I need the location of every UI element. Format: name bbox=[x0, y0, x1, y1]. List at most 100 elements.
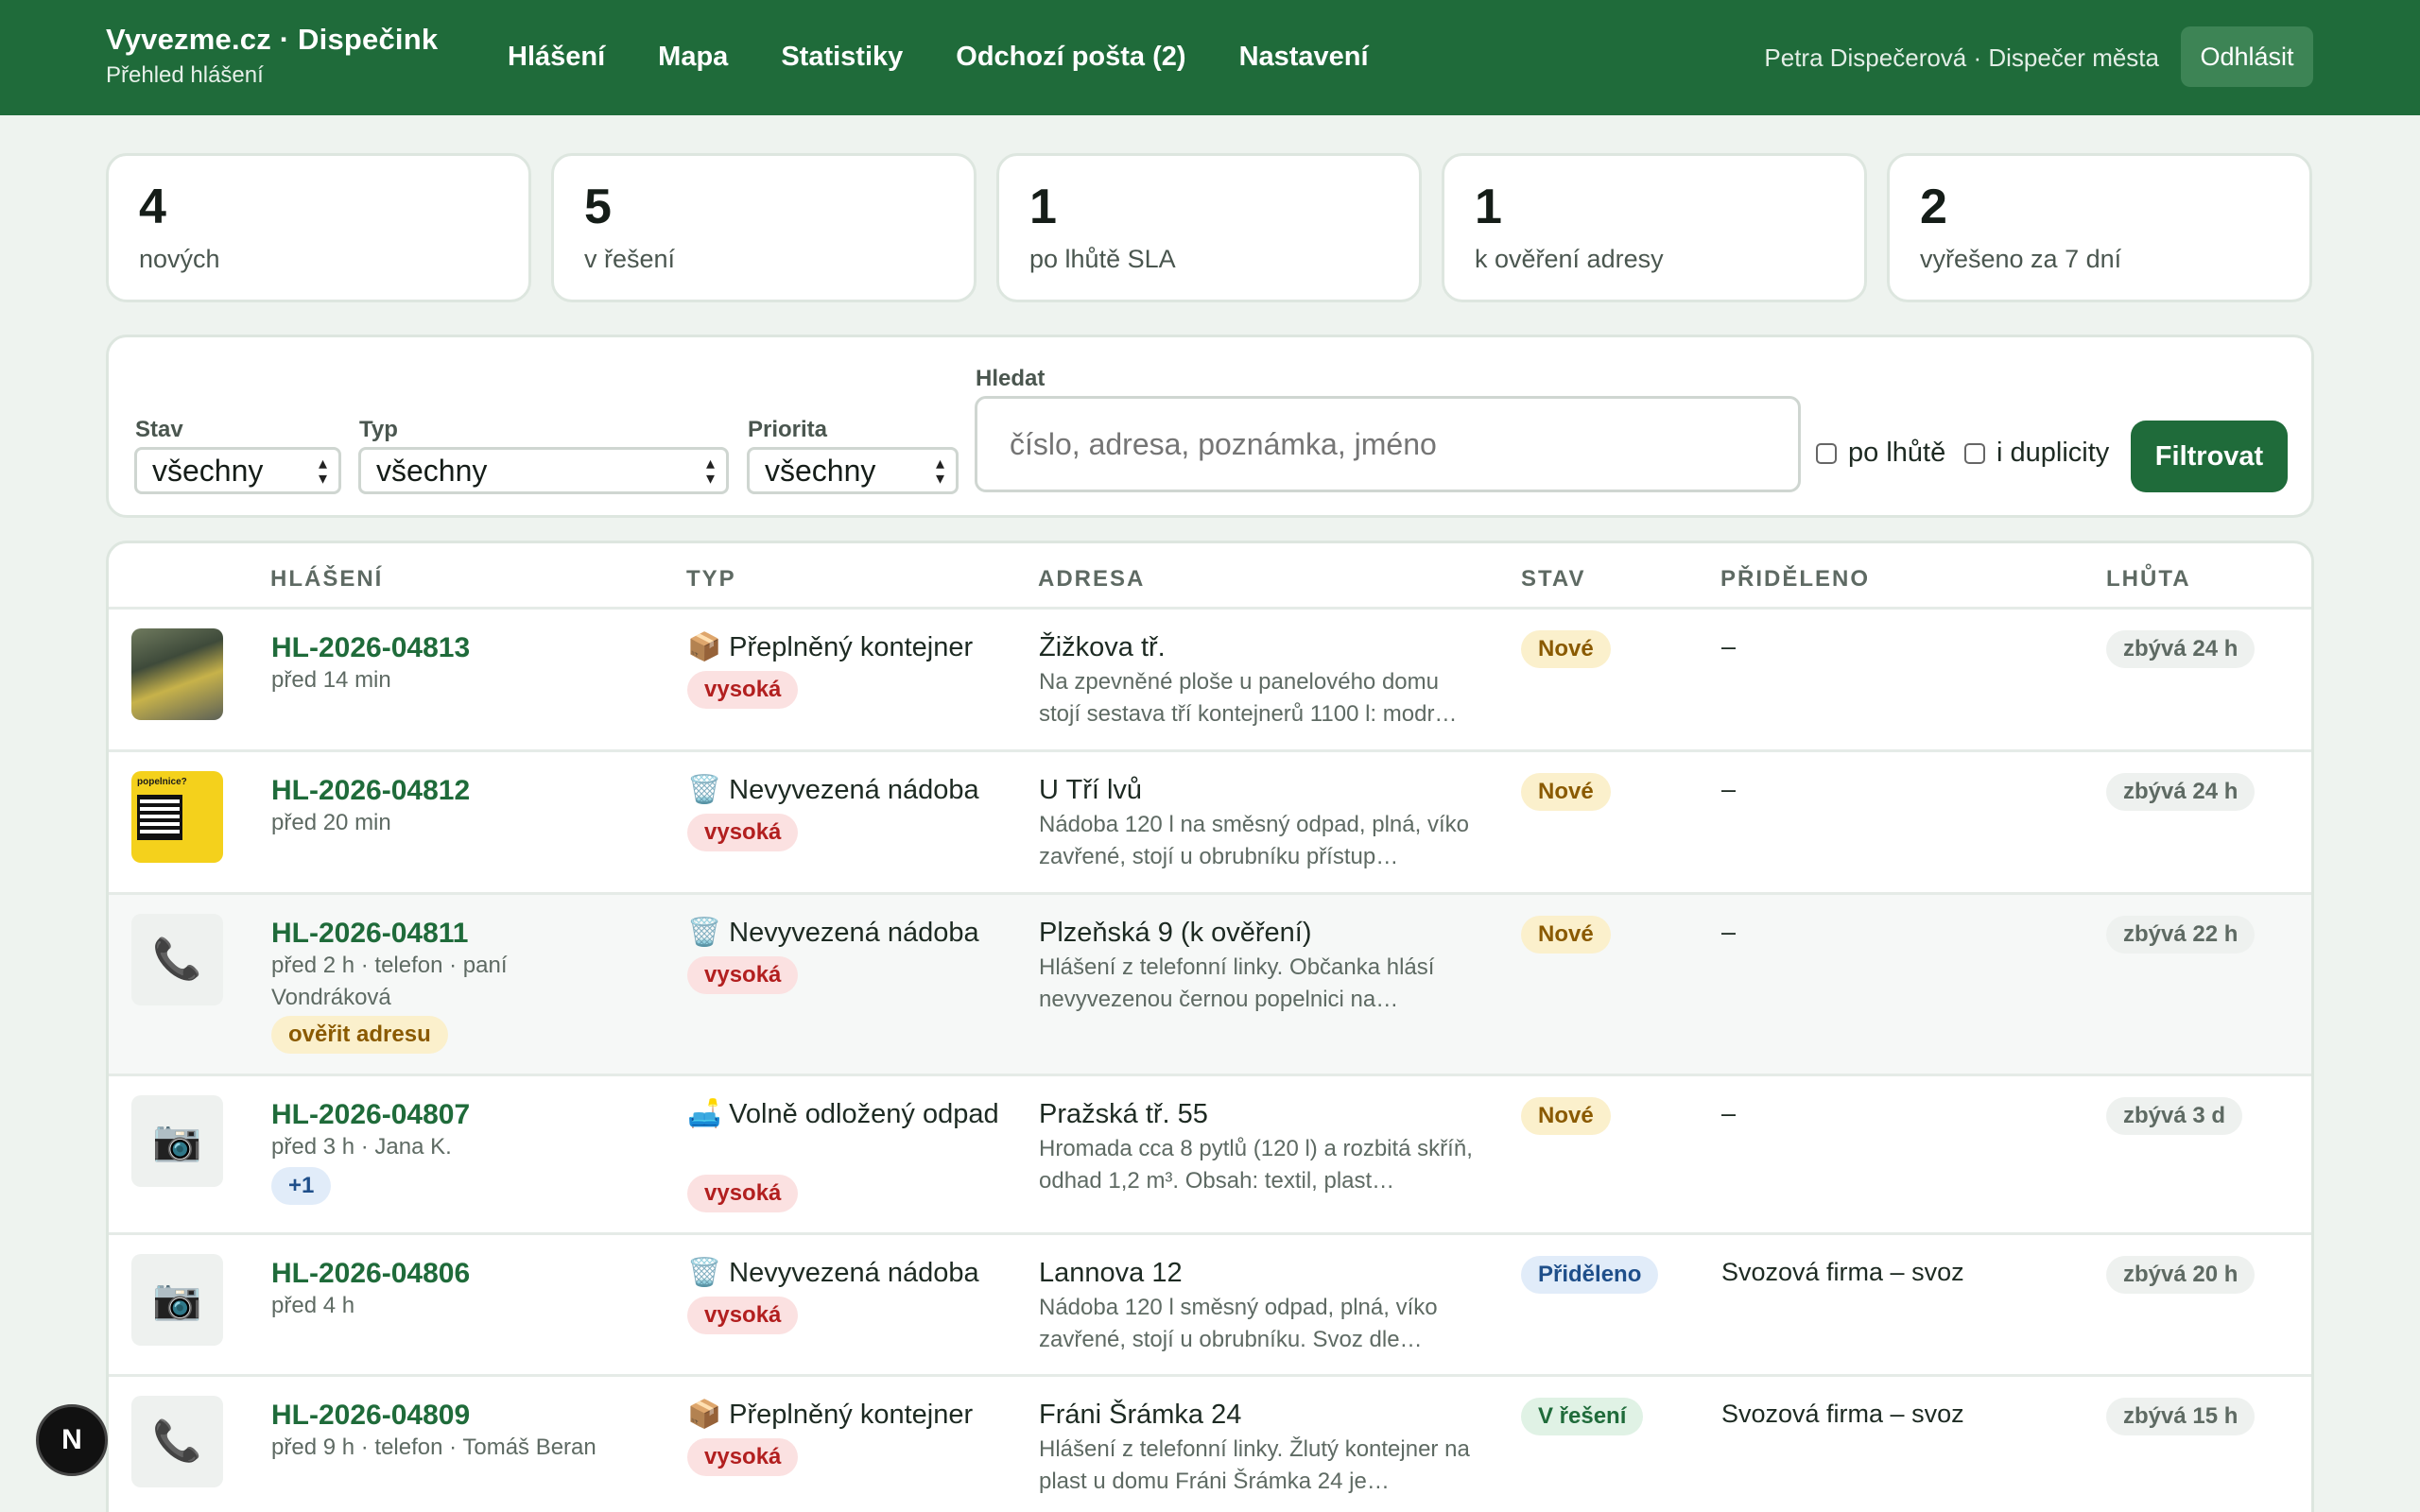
status-badge: Přiděleno bbox=[1521, 1256, 1659, 1294]
report-photo-thumbnail[interactable]: popelnice? bbox=[131, 771, 223, 863]
filter-panel: Stav všechny ▴ ▾ Typ všechny ▴ ▾ Priorita … bbox=[106, 335, 2314, 518]
priority-badge: vysoká bbox=[687, 1438, 799, 1476]
report-note: Nádoba 120 l na směsný odpad, plná, víko… bbox=[1039, 812, 1469, 869]
search-input[interactable] bbox=[975, 396, 1801, 492]
nav-item-statistics[interactable]: Statistiky bbox=[781, 42, 903, 73]
priority-badge: vysoká bbox=[687, 814, 799, 851]
stat-card-resolved[interactable]: 2 vyřešeno za 7 dní bbox=[1887, 153, 2312, 302]
main-nav: Hlášení Mapa Statistiky Odchozí pošta (2… bbox=[508, 42, 1422, 73]
table-row[interactable]: 📷 HL-2026-04806 před 4 h 🗑️ Nevyvezená n… bbox=[109, 1235, 2311, 1377]
report-meta: před 4 h bbox=[271, 1293, 355, 1318]
nav-item-settings[interactable]: Nastavení bbox=[1239, 42, 1369, 73]
report-address: Pražská tř. 55 bbox=[1039, 1099, 1208, 1129]
table-header: HLÁŠENÍ TYP ADRESA STAV PŘIDĚLENO LHŮTA bbox=[109, 543, 2311, 610]
top-navigation-bar: Vyvezme.cz · Dispečink Přehled hlášení H… bbox=[0, 0, 2420, 115]
report-code[interactable]: HL-2026-04806 bbox=[271, 1258, 470, 1290]
stat-label: v řešení bbox=[584, 245, 676, 273]
report-meta: před 20 min bbox=[271, 810, 391, 835]
stat-card-overdue[interactable]: 1 po lhůtě SLA bbox=[996, 153, 1422, 302]
report-note: Nádoba 120 l směsný odpad, plná, víko za… bbox=[1039, 1295, 1438, 1352]
priority-select-value: všechny bbox=[765, 453, 876, 488]
table-row[interactable]: 📷 HL-2026-04807 před 3 h · Jana K. +1 🛋️… bbox=[109, 1076, 2311, 1235]
report-code[interactable]: HL-2026-04807 bbox=[271, 1099, 470, 1131]
status-badge: Nové bbox=[1521, 773, 1611, 811]
nav-item-map[interactable]: Mapa bbox=[658, 42, 728, 73]
report-photo-thumbnail[interactable] bbox=[131, 628, 223, 720]
report-code[interactable]: HL-2026-04811 bbox=[271, 918, 468, 950]
poster-text: popelnice? bbox=[137, 777, 187, 787]
report-type-label: Nevyvezená nádoba bbox=[729, 918, 979, 948]
duplicates-checkbox[interactable]: i duplicity bbox=[1964, 438, 2109, 469]
sla-badge: zbývá 24 h bbox=[2106, 773, 2256, 811]
report-type: 🗑️ Nevyvezená nádoba bbox=[687, 914, 999, 952]
report-type: 📦 Přeplněný kontejner bbox=[687, 1396, 999, 1434]
column-header-assigned[interactable]: PŘIDĚLENO bbox=[1720, 566, 1870, 593]
priority-badge: vysoká bbox=[687, 1297, 799, 1334]
report-type-label: Nevyvezená nádoba bbox=[729, 1258, 979, 1288]
table-row[interactable]: HL-2026-04813 před 14 min 📦 Přeplněný ko… bbox=[109, 610, 2311, 752]
table-row[interactable]: 📞 HL-2026-04809 před 9 h · telefon · Tom… bbox=[109, 1377, 2311, 1512]
column-header-address[interactable]: ADRESA bbox=[1038, 566, 1145, 593]
report-meta: před 9 h · telefon · Tomáš Beran bbox=[271, 1435, 596, 1460]
stat-value: 1 bbox=[1475, 180, 1502, 234]
phone-icon: 📞 bbox=[131, 914, 223, 1005]
stat-card-verify-address[interactable]: 1 k ověření adresy bbox=[1442, 153, 1867, 302]
checkbox-box[interactable] bbox=[1964, 442, 1985, 464]
status-select[interactable]: všechny ▴ ▾ bbox=[134, 447, 341, 494]
overdue-checkbox[interactable]: po lhůtě bbox=[1816, 438, 1945, 469]
priority-badge: vysoká bbox=[687, 671, 799, 709]
app-title: Vyvezme.cz · Dispečink bbox=[106, 23, 439, 56]
table-row[interactable]: popelnice? HL-2026-04812 před 20 min 🗑️ … bbox=[109, 752, 2311, 895]
report-type: 🗑️ Nevyvezená nádoba bbox=[687, 1254, 999, 1292]
checkbox-box[interactable] bbox=[1816, 442, 1837, 464]
table-row[interactable]: 📞 HL-2026-04811 před 2 h · telefon · pan… bbox=[109, 895, 2311, 1076]
sofa-icon: 🛋️ bbox=[687, 1099, 722, 1129]
report-note: Hlášení z telefonní linky. Žlutý kontejn… bbox=[1039, 1436, 1470, 1494]
duplicates-count-badge[interactable]: +1 bbox=[271, 1167, 332, 1205]
priority-select[interactable]: všechny ▴ ▾ bbox=[747, 447, 959, 494]
stat-value: 5 bbox=[584, 180, 612, 234]
type-filter-label: Typ bbox=[359, 417, 398, 442]
verify-address-badge[interactable]: ověřit adresu bbox=[271, 1016, 448, 1054]
camera-icon: 📷 bbox=[131, 1254, 223, 1346]
status-badge: Nové bbox=[1521, 916, 1611, 954]
nav-item-outbox[interactable]: Odchozí pošta (2) bbox=[956, 42, 1185, 73]
brand: Vyvezme.cz · Dispečink Přehled hlášení bbox=[106, 23, 438, 89]
stat-value: 4 bbox=[139, 180, 166, 234]
report-address: U Tří lvů bbox=[1039, 775, 1143, 805]
filter-button[interactable]: Filtrovat bbox=[2131, 421, 2288, 492]
stat-label: nových bbox=[139, 245, 220, 273]
status-badge: V řešení bbox=[1521, 1398, 1644, 1435]
priority-filter-label: Priorita bbox=[748, 417, 828, 442]
column-header-deadline[interactable]: LHŮTA bbox=[2106, 566, 2191, 593]
stat-label: po lhůtě SLA bbox=[1029, 245, 1176, 273]
assigned-to: – bbox=[1721, 1099, 1737, 1127]
priority-badge: vysoká bbox=[687, 1175, 799, 1212]
status-filter-label: Stav bbox=[135, 417, 183, 442]
next-dev-tools-button[interactable]: N bbox=[36, 1404, 108, 1476]
trash-bin-icon: 🗑️ bbox=[687, 1258, 722, 1288]
report-type-label: Přeplněný kontejner bbox=[729, 632, 974, 662]
nav-item-reports[interactable]: Hlášení bbox=[508, 42, 605, 73]
status-badge: Nové bbox=[1521, 630, 1611, 668]
report-address: Lannova 12 bbox=[1039, 1258, 1183, 1288]
report-address: Plzeňská 9 (k ověření) bbox=[1039, 918, 1312, 948]
type-select[interactable]: všechny ▴ ▾ bbox=[358, 447, 729, 494]
stat-card-in-progress[interactable]: 5 v řešení bbox=[551, 153, 977, 302]
report-code[interactable]: HL-2026-04812 bbox=[271, 775, 470, 807]
priority-badge: vysoká bbox=[687, 956, 799, 994]
stat-card-new[interactable]: 4 nových bbox=[106, 153, 531, 302]
report-type: 🛋️ Volně odložený odpad bbox=[687, 1095, 999, 1133]
select-arrows-icon: ▴ ▾ bbox=[318, 454, 327, 488]
current-user: Petra Dispečerová · Dispečer města bbox=[1764, 43, 2159, 72]
trash-bin-icon: 🗑️ bbox=[687, 918, 722, 948]
report-code[interactable]: HL-2026-04813 bbox=[271, 632, 470, 664]
report-type-label: Volně odložený odpad bbox=[729, 1099, 999, 1129]
report-meta: před 3 h · Jana K. bbox=[271, 1134, 452, 1160]
column-header-report[interactable]: HLÁŠENÍ bbox=[270, 566, 383, 593]
logout-button[interactable]: Odhlásit bbox=[2181, 26, 2313, 87]
report-type-label: Nevyvezená nádoba bbox=[729, 775, 979, 805]
column-header-status[interactable]: STAV bbox=[1521, 566, 1585, 593]
column-header-type[interactable]: TYP bbox=[686, 566, 736, 593]
report-code[interactable]: HL-2026-04809 bbox=[271, 1400, 470, 1432]
